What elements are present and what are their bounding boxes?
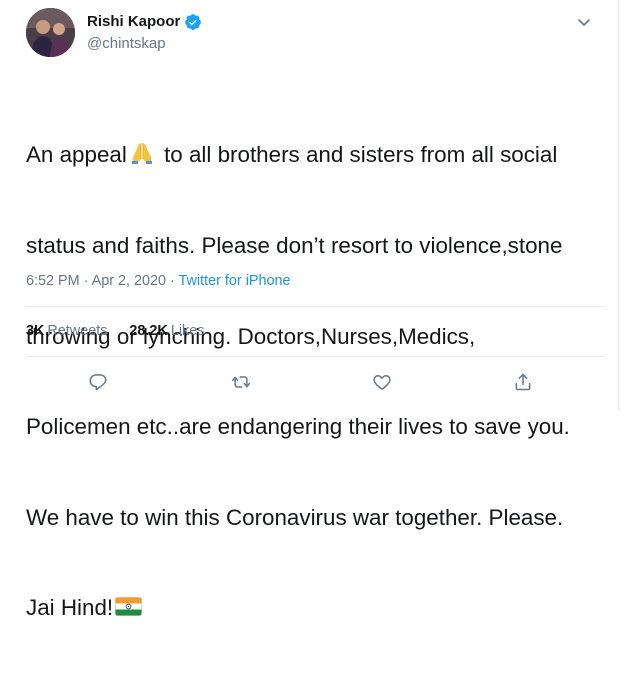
divider (26, 306, 605, 307)
tweet-meta: 6:52 PM · Apr 2, 2020 · Twitter for iPho… (26, 273, 291, 289)
meta-separator: · (79, 273, 92, 289)
meta-separator: · (166, 273, 179, 289)
name-row: Rishi Kapoor (87, 12, 202, 32)
likes-stat[interactable]: 28.2K Likes (129, 323, 204, 339)
india-flag-emoji (115, 594, 143, 617)
tweet-actions (0, 372, 619, 392)
author-block: Rishi Kapoor @chintskap (87, 12, 202, 52)
retweets-stat[interactable]: 3K Retweets (26, 323, 107, 339)
reply-icon[interactable] (87, 372, 109, 392)
display-name[interactable]: Rishi Kapoor (87, 13, 180, 30)
avatar[interactable] (26, 8, 75, 57)
divider (26, 356, 605, 357)
heart-icon[interactable] (371, 372, 393, 392)
share-icon[interactable] (512, 372, 534, 392)
tweet-date[interactable]: Apr 2, 2020 (92, 273, 166, 289)
tweet-text-line-5: We have to win this Coronavirus war toge… (26, 504, 564, 530)
tweet-header: Rishi Kapoor @chintskap (26, 8, 202, 57)
tweet-text-line-1: An appeal to all brothers and sisters fr… (26, 141, 558, 168)
tweet-card: Rishi Kapoor @chintskap An appeal to all… (0, 0, 619, 620)
likes-label: Likes (170, 323, 205, 339)
retweets-count: 3K (26, 323, 45, 339)
retweets-label: Retweets (47, 323, 108, 339)
tweet-text-line-6: Jai Hind! (26, 593, 606, 623)
tweet-text-line-4: Policemen etc..are endangering their liv… (26, 414, 570, 440)
folded-hands-emoji (129, 141, 155, 165)
tweet-stats: 3K Retweets 28.2K Likes (26, 323, 204, 339)
tweet-source-link[interactable]: Twitter for iPhone (179, 273, 291, 289)
author-handle[interactable]: @chintskap (87, 35, 202, 52)
chevron-down-icon[interactable] (576, 14, 592, 30)
retweet-icon[interactable] (230, 372, 252, 392)
tweet-time[interactable]: 6:52 PM (26, 273, 80, 289)
likes-count: 28.2K (129, 323, 168, 339)
verified-badge-icon (184, 13, 202, 31)
tweet-text-line-2: status and faiths. Please don’t resort t… (26, 233, 563, 259)
